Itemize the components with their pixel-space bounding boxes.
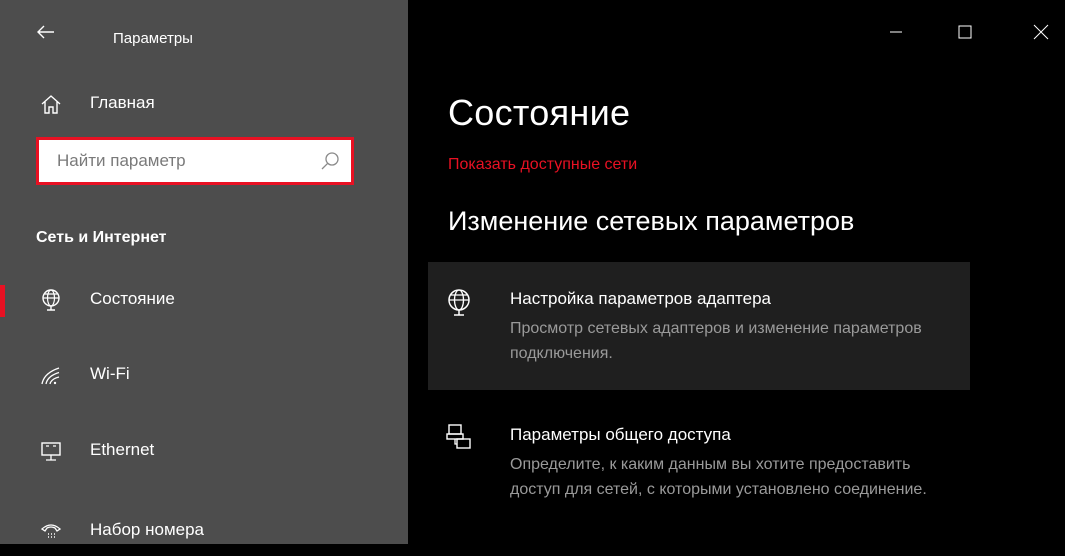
card-title: Настройка параметров адаптера bbox=[510, 289, 772, 308]
sidebar-item-label: Wi-Fi bbox=[90, 364, 130, 383]
sidebar-item-dialup[interactable]: Набор номера bbox=[0, 504, 408, 556]
card-title: Параметры общего доступа bbox=[510, 425, 731, 444]
sidebar-titlebar: Параметры bbox=[0, 0, 408, 78]
card-description: Просмотр сетевых адаптеров и изменение п… bbox=[510, 320, 922, 362]
adapter-settings-card[interactable]: Настройка параметров адаптера Просмотр с… bbox=[428, 262, 970, 390]
sidebar-item-label: Состояние bbox=[90, 289, 175, 308]
ethernet-icon bbox=[37, 437, 65, 465]
sidebar-item-ethernet[interactable]: Ethernet bbox=[0, 424, 408, 476]
search-box bbox=[36, 137, 354, 185]
close-icon bbox=[1033, 24, 1049, 40]
home-icon bbox=[38, 91, 64, 117]
sidebar-item-label: Набор номера bbox=[90, 520, 204, 539]
maximize-icon bbox=[958, 25, 972, 39]
search-input[interactable] bbox=[39, 140, 327, 182]
sharing-settings-card[interactable]: Параметры общего доступа Определите, к к… bbox=[428, 410, 970, 544]
close-button[interactable] bbox=[1017, 0, 1065, 64]
sharing-icon bbox=[446, 424, 471, 449]
wifi-icon bbox=[37, 361, 65, 389]
page-title: Состояние bbox=[448, 92, 631, 133]
globe-icon bbox=[37, 286, 65, 314]
adapter-icon bbox=[448, 289, 470, 316]
minimize-icon bbox=[890, 31, 902, 33]
minimize-button[interactable] bbox=[872, 0, 920, 64]
card-description: Определите, к каким данным вы хотите пре… bbox=[510, 456, 927, 498]
sidebar-item-home[interactable]: Главная bbox=[0, 84, 408, 124]
maximize-button[interactable] bbox=[941, 0, 989, 64]
sidebar-item-wifi[interactable]: Wi-Fi bbox=[0, 348, 408, 400]
section-title: Сеть и Интернет bbox=[36, 229, 167, 246]
sidebar: Параметры Главная Сеть и Интернет bbox=[0, 0, 408, 544]
dialup-icon bbox=[37, 517, 65, 545]
search-icon[interactable] bbox=[319, 150, 341, 172]
app-title: Параметры bbox=[113, 30, 193, 47]
back-arrow-icon bbox=[37, 25, 54, 39]
sidebar-item-label: Главная bbox=[90, 93, 155, 112]
selected-indicator bbox=[0, 285, 5, 317]
settings-window: Параметры Главная Сеть и Интернет bbox=[0, 0, 1065, 544]
subsection-title: Изменение сетевых параметров bbox=[448, 206, 855, 236]
show-networks-link[interactable]: Показать доступные сети bbox=[448, 156, 637, 174]
main-content: Состояние Показать доступные сети Измене… bbox=[408, 0, 1065, 544]
sidebar-item-label: Ethernet bbox=[90, 440, 155, 459]
sidebar-item-status[interactable]: Состояние bbox=[0, 273, 408, 325]
back-button[interactable] bbox=[30, 16, 62, 48]
